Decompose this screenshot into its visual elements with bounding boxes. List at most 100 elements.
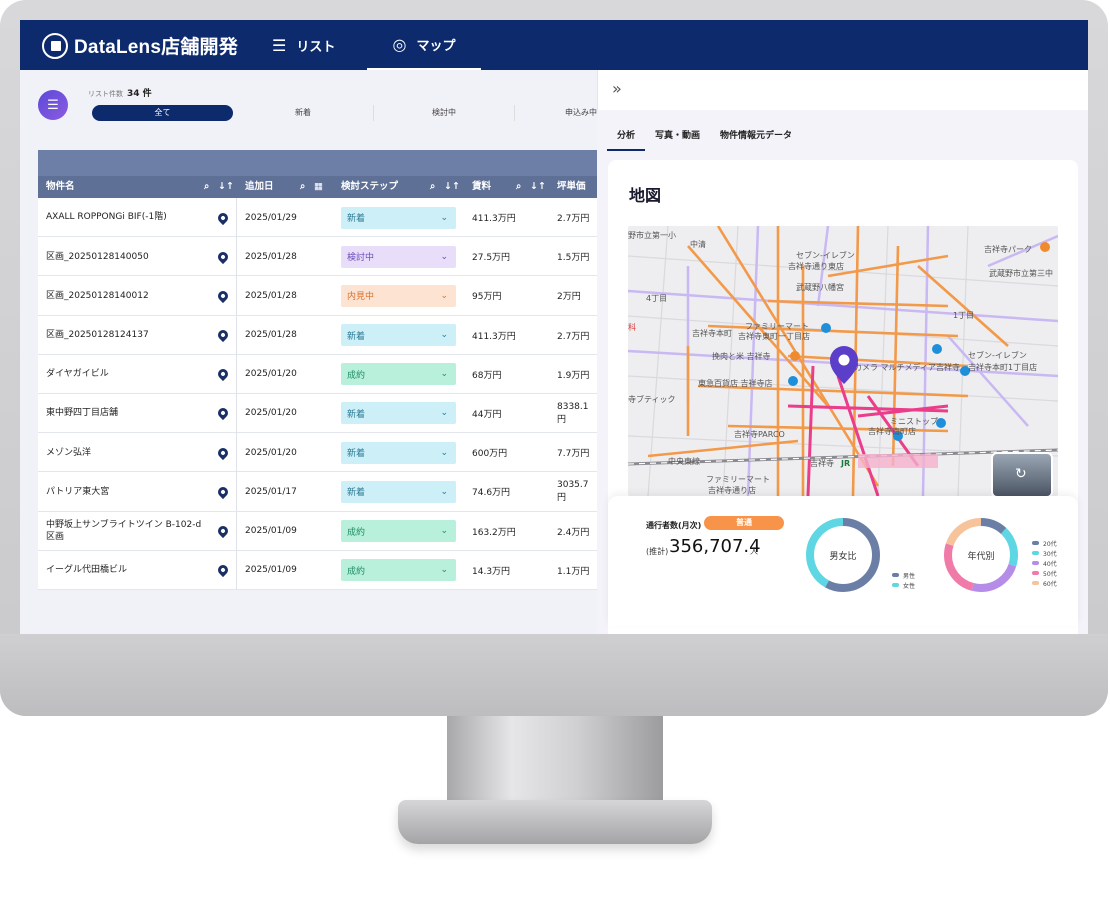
map-pin-icon[interactable] — [215, 237, 231, 276]
property-name[interactable]: パトリア東大宮 — [46, 472, 206, 511]
column-divider — [236, 354, 237, 394]
map-pin-icon[interactable] — [215, 198, 231, 237]
nav-tab-map[interactable]: ◎ マップ — [367, 20, 481, 70]
property-name[interactable]: ダイヤガイビル — [46, 355, 206, 394]
map-pin-icon[interactable] — [215, 316, 231, 355]
map-pin-icon[interactable] — [215, 276, 231, 315]
col-header-date[interactable]: 追加日 — [245, 176, 274, 198]
sort-icon[interactable]: ↓↑ — [444, 176, 460, 198]
nav-tab-list[interactable]: ☰ リスト — [272, 20, 335, 70]
step-select[interactable]: 成約 ⌄ — [341, 355, 456, 394]
step-select[interactable]: 検討中 ⌄ — [341, 237, 456, 276]
table-row[interactable]: パトリア東大宮 2025/01/17 新着 ⌄ 74.6万円 3035.7円 — [38, 472, 597, 512]
tsubo-price: 3035.7円 — [557, 480, 589, 504]
map-label: 吉祥寺東町一丁目店 — [738, 331, 810, 341]
analysis-panel: » 分析 写真・動画 物件情報元データ 地図 野市立第一小 中清 セブン-イレブ… — [597, 70, 1088, 634]
col-header-label: 坪単価 — [557, 181, 586, 192]
map-label: 吉祥寺パーク — [984, 244, 1032, 254]
property-name[interactable]: 区画_20250128124137 — [46, 316, 206, 355]
analysis-card: 地図 野市立第一小 中清 セブン-イレブン 吉祥寺通り東店 吉祥寺パーク 武蔵野… — [608, 160, 1078, 634]
tab-source-data[interactable]: 物件情報元データ — [710, 128, 802, 151]
step-value: 内見中 — [347, 292, 375, 303]
filter-tab-applying[interactable]: 申込み中 — [515, 105, 597, 121]
table-row[interactable]: 中野坂上サンブライトツイン B-102-d 区画 2025/01/09 成約 ⌄ 163… — [38, 511, 597, 551]
gender-donut[interactable]: 男女比 — [804, 516, 882, 594]
col-header-label: 検討ステップ — [341, 181, 399, 192]
tab-analysis[interactable]: 分析 — [607, 128, 646, 151]
map-pin-icon[interactable] — [215, 355, 231, 394]
search-icon[interactable]: ⌕ — [430, 176, 435, 198]
collapse-panel-icon[interactable]: » — [612, 79, 622, 98]
step-select[interactable]: 新着 ⌄ — [341, 433, 456, 472]
age-donut[interactable]: 年代別 — [942, 516, 1020, 594]
tsubo-price: 2.7万円 — [557, 331, 590, 342]
property-name[interactable]: 区画_20250128140050 — [46, 237, 206, 276]
chevron-down-icon: ⌄ — [440, 330, 448, 341]
col-header-label: 追加日 — [245, 181, 274, 192]
step-value: 新着 — [347, 214, 366, 224]
col-header-step[interactable]: 検討ステップ — [341, 176, 398, 198]
step-select[interactable]: 新着 ⌄ — [341, 394, 456, 433]
table-row[interactable]: ダイヤガイビル 2025/01/20 成約 ⌄ 68万円 1.9万円 — [38, 354, 597, 394]
map-pin-icon[interactable] — [215, 512, 231, 551]
property-name[interactable]: 中野坂上サンブライトツイン B-102-d 区画 — [46, 512, 206, 551]
map-label: ファミリーマート — [745, 322, 809, 331]
map-view[interactable]: 野市立第一小 中清 セブン-イレブン 吉祥寺通り東店 吉祥寺パーク 武蔵野市立第… — [628, 226, 1058, 496]
table-row[interactable]: AXALL ROPPONGi BIF(-1階) 2025/01/29 新着 ⌄ 411.… — [38, 198, 597, 238]
step-select[interactable]: 新着 ⌄ — [341, 198, 456, 237]
table-row[interactable]: 区画_20250128124137 2025/01/28 新着 ⌄ 411.3万円 2.7… — [38, 315, 597, 355]
table-row[interactable]: イーグル代田橋ビル 2025/01/09 成約 ⌄ 14.3万円 1.1万円 — [38, 550, 597, 590]
step-select[interactable]: 内見中 ⌄ — [341, 276, 456, 315]
table-row[interactable]: メゾン弘洋 2025/01/20 新着 ⌄ 600万円 7.7万円 — [38, 433, 597, 473]
step-select[interactable]: 成約 ⌄ — [341, 551, 456, 590]
map-label: 吉祥寺本町 — [692, 328, 732, 338]
street-view-thumbnail[interactable] — [991, 452, 1053, 496]
filter-tab-new[interactable]: 新着 — [233, 105, 374, 121]
tsubo-price: 7.7万円 — [557, 449, 590, 460]
table-header: 物件名 ⌕ ↓↑ 追加日 ⌕ ▦ 検討ステップ ⌕ ↓↑ 賃料 ⌕ ↓↑ 坪単価 — [38, 176, 597, 198]
rent-value: 44万円 — [472, 409, 502, 420]
app-logo[interactable]: DataLens店舗開発 — [42, 32, 238, 59]
map-pin-icon[interactable] — [215, 433, 231, 472]
panel-tabs: 分析 写真・動画 物件情報元データ — [607, 128, 802, 151]
map-pin-icon[interactable] — [215, 551, 231, 590]
table-row[interactable]: 東中野四丁目店舗 2025/01/20 新着 ⌄ 44万円 8338.1円 — [38, 393, 597, 434]
rent-value: 600万円 — [472, 449, 508, 460]
rent-value: 163.2万円 — [472, 527, 516, 538]
column-divider — [236, 393, 237, 433]
filter-tab-reviewing[interactable]: 検討中 — [374, 105, 515, 121]
chevron-down-icon: ⌄ — [440, 369, 448, 380]
property-name[interactable]: AXALL ROPPONGi BIF(-1階) — [46, 198, 206, 237]
map-label: 挽肉と米 吉祥寺 — [712, 351, 771, 361]
sort-icon[interactable]: ↓↑ — [218, 176, 234, 198]
property-name[interactable]: イーグル代田橋ビル — [46, 551, 206, 590]
table-row[interactable]: 区画_20250128140012 2025/01/28 内見中 ⌄ 95万円 2万円 — [38, 276, 597, 316]
property-name[interactable]: 区画_20250128140012 — [46, 276, 206, 315]
step-select[interactable]: 新着 ⌄ — [341, 472, 456, 511]
list-menu-button[interactable]: ☰ — [38, 90, 68, 120]
search-icon[interactable]: ⌕ — [204, 176, 209, 198]
search-icon[interactable]: ⌕ — [516, 176, 521, 198]
nav-tab-label: リスト — [296, 39, 336, 55]
age-donut-title: 年代別 — [967, 552, 995, 562]
col-header-name[interactable]: 物件名 — [46, 176, 75, 198]
map-pin-icon[interactable] — [215, 472, 231, 511]
search-icon[interactable]: ⌕ — [300, 176, 305, 198]
sort-icon[interactable]: ↓↑ — [530, 176, 546, 198]
property-name[interactable]: 東中野四丁目店舗 — [46, 394, 206, 433]
column-divider — [236, 433, 237, 473]
tab-photos-videos[interactable]: 写真・動画 — [645, 128, 710, 151]
step-select[interactable]: 成約 ⌄ — [341, 512, 456, 551]
filter-tab-all[interactable]: 全て — [92, 105, 233, 121]
map-label: JR — [840, 459, 850, 468]
table-row[interactable]: 区画_20250128140050 2025/01/28 検討中 ⌄ 27.5万円 1.5… — [38, 237, 597, 277]
legend-label: 60代 — [1043, 580, 1057, 588]
property-name[interactable]: メゾン弘洋 — [46, 433, 206, 472]
calendar-icon[interactable]: ▦ — [314, 176, 323, 198]
map-label: セブン-イレブン — [968, 350, 1027, 360]
step-select[interactable]: 新着 ⌄ — [341, 316, 456, 355]
map-pin-icon[interactable] — [215, 394, 231, 433]
column-divider — [236, 511, 237, 551]
col-header-tsubo[interactable]: 坪単価 — [557, 176, 586, 198]
col-header-rent[interactable]: 賃料 — [472, 176, 491, 198]
